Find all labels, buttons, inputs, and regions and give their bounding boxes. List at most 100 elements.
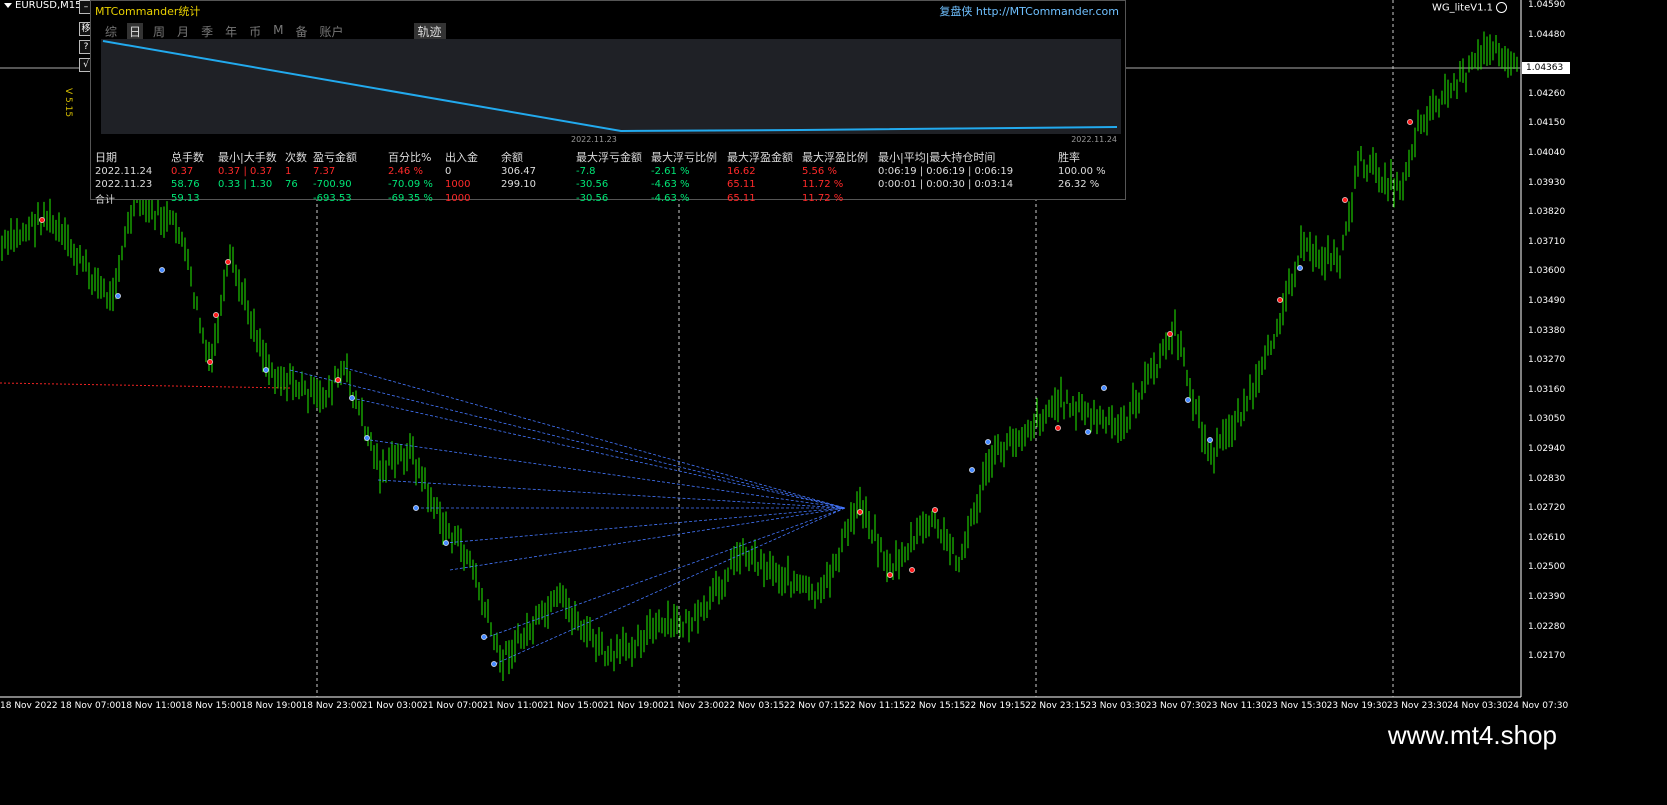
time-label: 23 Nov 03:30 [1085, 701, 1147, 711]
trade-marker [1101, 385, 1107, 391]
price-label: 1.02940 [1528, 444, 1566, 454]
price-label: 1.03930 [1528, 177, 1566, 188]
table-cell [501, 191, 576, 206]
trade-link-line [444, 507, 846, 544]
stats-panel: MTCommander统计 复盘侠 http://MTCommander.com… [90, 0, 1126, 206]
tab-7[interactable]: M [271, 23, 285, 40]
table-cell: -7.8 [576, 166, 596, 177]
time-label: 22 Nov 23:15 [1025, 701, 1086, 711]
price-label: 1.02170 [1528, 651, 1566, 662]
mini-end-date: 2022.11.24 [1071, 135, 1117, 144]
trade-marker [985, 439, 991, 445]
price-label: 1.04590 [1528, 0, 1566, 10]
trade-marker [969, 467, 975, 473]
tab-3[interactable]: 月 [175, 23, 191, 40]
tab-4[interactable]: 季 [199, 23, 215, 40]
table-cell: 2022.11.23 [95, 179, 153, 190]
trade-marker [335, 377, 341, 383]
trade-link-line [351, 397, 846, 509]
trade-marker [1342, 197, 1348, 203]
tab-5[interactable]: 年 [223, 23, 239, 40]
tab-9[interactable]: 账户 [317, 23, 345, 40]
equity-curve-line [102, 40, 1118, 133]
table-cell: 1000 [445, 179, 471, 190]
table-cell [218, 191, 285, 206]
table-cell: 0 [445, 166, 452, 177]
time-label: 22 Nov 07:15 [783, 701, 845, 711]
table-row: 合计 59.13 -693.53 -69.35 % 1000 -30.56 -4.63 % 6… [95, 191, 1118, 206]
table-cell: -69.35 % [388, 193, 433, 204]
table-cell: 65.11 [727, 179, 756, 190]
table-row: 2022.11.23 58.76 0.33 | 1.30 76 -700.90 -70.0… [95, 178, 1118, 191]
trade-marker [263, 367, 269, 373]
equity-curve [102, 40, 1118, 133]
tab-track[interactable]: 轨迹 [413, 23, 446, 40]
table-cell: -4.63 % [651, 193, 690, 204]
trade-marker [39, 217, 45, 223]
current-price-tag: 1.04363 [1522, 62, 1570, 74]
table-cell: 2.46 % [388, 166, 423, 177]
mini-start-date: 2022.11.23 [571, 135, 617, 144]
table-cell: 299.10 [501, 179, 536, 190]
panel-title: MTCommander统计 [95, 5, 201, 18]
table-row: 2022.11.24 0.37 0.37 | 0.37 1 7.37 2.46 % 0 306… [95, 165, 1118, 178]
table-cell: 65.11 [727, 193, 756, 204]
tab-2[interactable]: 周 [151, 23, 167, 40]
price-label: 1.03490 [1528, 296, 1566, 306]
table-cell: 100.00 % [1058, 166, 1106, 177]
column-header: 余额 [501, 151, 523, 164]
table-cell: 306.47 [501, 166, 536, 177]
price-label: 1.04480 [1528, 29, 1566, 40]
trade-link-line [289, 369, 846, 509]
level-line [0, 382, 291, 389]
table-cell: 11.72 % [802, 179, 844, 190]
price-label: 1.03380 [1528, 325, 1566, 336]
price-label: 1.02390 [1528, 592, 1566, 602]
price-label: 1.03600 [1528, 266, 1566, 277]
table-cell: 0.37 [171, 166, 194, 177]
table-cell: 16.62 [727, 166, 756, 177]
column-header: 百分比% [388, 151, 432, 164]
time-label: 21 Nov 03:00 [361, 701, 423, 711]
time-label: 23 Nov 23:30 [1386, 701, 1448, 711]
column-header: 最大浮盈比例 [802, 151, 868, 164]
tab-1[interactable]: 日 [127, 23, 144, 40]
time-label: 18 Nov 11:00 [120, 701, 182, 711]
trade-marker [1207, 437, 1213, 443]
column-header: 最大浮盈金额 [727, 151, 793, 164]
table-cell: 2022.11.24 [95, 166, 153, 177]
price-label: 1.03270 [1528, 355, 1566, 366]
watermark-text: www.mt4.shop [1387, 720, 1557, 750]
time-label: 23 Nov 19:30 [1326, 701, 1388, 711]
trade-link-line [377, 479, 846, 509]
trade-marker [1085, 429, 1091, 435]
tab-6[interactable]: 币 [247, 23, 263, 40]
trade-marker [213, 312, 219, 318]
trade-marker [207, 359, 213, 365]
time-label: 22 Nov 11:15 [844, 701, 905, 711]
trade-marker [225, 259, 231, 265]
price-label: 1.02610 [1528, 532, 1566, 543]
table-cell: -30.56 [576, 179, 609, 190]
price-label: 1.02500 [1528, 562, 1566, 573]
trade-link-line [449, 507, 846, 571]
column-header: 最大浮亏金额 [576, 151, 642, 164]
trade-link-line [369, 439, 846, 509]
time-label: 18 Nov 2022 [0, 701, 58, 711]
trade-marker [932, 507, 938, 513]
table-cell: -4.63 % [651, 179, 690, 190]
time-label: 18 Nov 19:00 [241, 701, 302, 711]
time-label: 21 Nov 11:00 [482, 701, 544, 711]
table-cell: 0:06:19 | 0:06:19 | 0:06:19 [878, 166, 1014, 177]
column-header: 日期 [95, 151, 117, 164]
panel-link[interactable]: 复盘侠 http://MTCommander.com [939, 3, 1119, 19]
dropdown-triangle-icon[interactable] [4, 2, 12, 8]
column-header: 最小|大手数 [218, 151, 277, 164]
table-cell: -700.90 [313, 179, 352, 190]
time-label: 21 Nov 15:00 [542, 701, 604, 711]
tab-0[interactable]: 综 [103, 23, 119, 40]
time-label: 24 Nov 07:30 [1507, 701, 1569, 711]
tab-8[interactable]: 备 [293, 23, 309, 40]
symbol-label: EURUSD,M15 [4, 0, 81, 11]
trade-link-line [344, 367, 846, 509]
